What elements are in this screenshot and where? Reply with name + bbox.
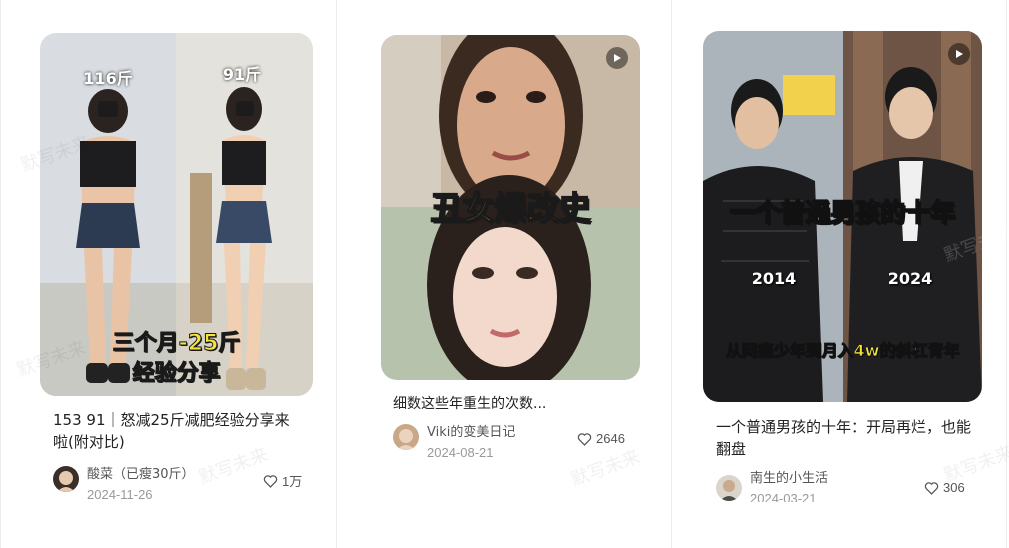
cover-caption-line-1: 三个月-25斤 — [112, 331, 241, 357]
note-card-2[interactable]: 丑女爆改史 细数这些年重生的次数... Viki的变美日记 2024-08-21… — [336, 0, 671, 548]
post-date: 2024-03-21 — [750, 491, 817, 502]
like-button[interactable]: 1万 — [263, 471, 302, 490]
author-name[interactable]: 南生的小生活 — [750, 470, 828, 487]
cover-caption-line-2: 经验分享 — [132, 361, 221, 387]
author-row[interactable]: Viki的变美日记 2024-08-21 — [393, 424, 515, 461]
author-name[interactable]: Viki的变美日记 — [427, 424, 515, 441]
author-row[interactable]: 南生的小生活 2024-03-21 — [716, 470, 828, 502]
note-title[interactable]: 一个普通男孩的十年：开局再烂，也能翻盘 — [716, 416, 978, 460]
post-date: 2024-11-26 — [87, 487, 153, 502]
heart-outline-icon — [263, 474, 278, 488]
note-title[interactable]: 细数这些年重生的次数... — [393, 393, 633, 415]
like-count: 306 — [943, 480, 965, 495]
avatar[interactable] — [716, 475, 742, 501]
like-count: 1万 — [282, 474, 303, 489]
weight-after-label: 91斤 — [222, 65, 262, 84]
weight-before-label: 116斤 — [83, 69, 133, 88]
like-button[interactable]: 2646 — [577, 431, 625, 446]
author-name[interactable]: 酸菜（已瘦30斤） — [87, 466, 195, 483]
note-card-3[interactable]: 一个普通男孩的十年 2014 2024 从网瘾少年到月入4w的斜杠青年 一个普通… — [671, 0, 1009, 548]
like-button[interactable]: 306 — [924, 480, 965, 495]
note-cover-image[interactable]: 丑女爆改史 — [381, 35, 640, 380]
post-date: 2024-08-21 — [427, 445, 494, 460]
watermark: 默写未来 — [568, 446, 643, 491]
heart-outline-icon — [577, 432, 592, 446]
heart-outline-icon — [924, 481, 939, 495]
play-icon — [956, 50, 963, 58]
note-title[interactable]: 153 91｜怒减25斤减肥经验分享来啦(附对比) — [53, 409, 303, 453]
video-badge — [606, 47, 628, 69]
note-card-1[interactable]: 116斤 91斤 三个月-25斤 经验分享 153 91｜怒减25斤减肥经验分享… — [0, 0, 336, 548]
year-after-label: 2024 — [887, 269, 933, 288]
play-icon — [614, 54, 621, 62]
note-cover-image[interactable]: 116斤 91斤 三个月-25斤 经验分享 — [40, 33, 313, 396]
cover-caption-title: 一个普通男孩的十年 — [729, 197, 956, 228]
like-count: 2646 — [596, 431, 625, 446]
cover-caption: 丑女爆改史 — [430, 188, 592, 228]
avatar[interactable] — [53, 466, 79, 492]
year-before-label: 2014 — [751, 269, 797, 288]
avatar[interactable] — [393, 424, 419, 450]
note-cover-image[interactable]: 一个普通男孩的十年 2014 2024 从网瘾少年到月入4w的斜杠青年 — [703, 31, 982, 402]
cover-caption-bottom: 从网瘾少年到月入4w的斜杠青年 — [725, 341, 960, 361]
author-row[interactable]: 酸菜（已瘦30斤） 2024-11-26 — [53, 466, 195, 503]
video-badge — [948, 43, 970, 65]
